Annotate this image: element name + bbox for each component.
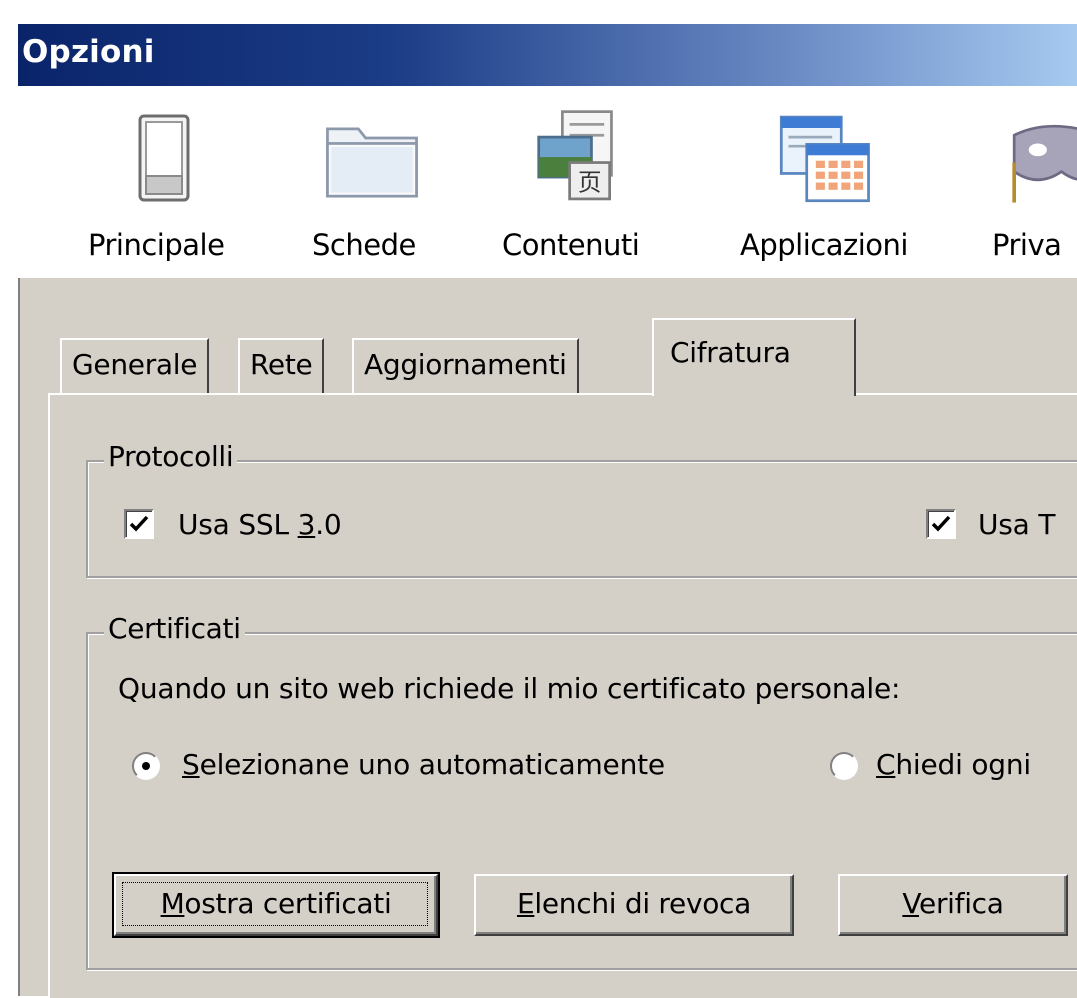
toolbar-applicazioni-button[interactable]: Applicazioni	[726, 86, 936, 278]
switch-icon	[138, 114, 190, 202]
folder-icon	[326, 127, 418, 198]
focus-rect	[122, 882, 428, 926]
auto-select-label[interactable]: Selezionane uno automaticamente	[182, 748, 665, 781]
tab-rete[interactable]: Rete	[238, 338, 325, 394]
toolbar-schede-label: Schede	[312, 228, 416, 262]
mask-icon	[1012, 124, 1077, 203]
toolbar-principale-button[interactable]: Principale	[74, 86, 254, 278]
ssl3-label[interactable]: Usa SSL 3.0	[178, 508, 342, 541]
content-icon: 页	[537, 110, 613, 201]
protocols-legend: Protocolli	[104, 440, 238, 473]
ssl3-checkbox[interactable]	[124, 509, 154, 539]
tab-aggiornamenti[interactable]: Aggiornamenti	[352, 338, 579, 394]
window-title: Opzioni	[22, 34, 155, 70]
checkmark-icon	[129, 515, 149, 532]
toolbar-applicazioni-label: Applicazioni	[740, 228, 908, 262]
tab-generale[interactable]: Generale	[60, 338, 210, 394]
tab-cifratura[interactable]: Cifratura	[652, 318, 856, 396]
toolbar-principale-label: Principale	[88, 228, 225, 262]
revocation-lists-button[interactable]: Elenchi di revoca	[474, 874, 794, 936]
toolbar-contenuti-label: Contenuti	[502, 228, 640, 262]
checkmark-icon	[931, 515, 951, 532]
svg-text:页: 页	[578, 169, 602, 197]
ask-every-time-label[interactable]: Chiedi ogni	[876, 748, 1031, 781]
toolbar-contenuti-button[interactable]: 页 Contenuti	[488, 86, 668, 278]
certificate-prompt: Quando un sito web richiede il mio certi…	[118, 672, 901, 705]
verify-button[interactable]: Verifica	[838, 874, 1068, 936]
toolbar-schede-button[interactable]: Schede	[298, 86, 448, 278]
ask-every-time-radio[interactable]	[830, 752, 858, 780]
auto-select-radio[interactable]	[132, 752, 160, 780]
options-toolbar: Principale Schede 页 Contenuti Applicazio…	[18, 86, 1077, 280]
tls-checkbox[interactable]	[926, 509, 956, 539]
window-title-bar[interactable]: Opzioni	[18, 24, 1077, 86]
show-certificates-button[interactable]: Mostra certificati	[112, 872, 440, 938]
tls-label[interactable]: Usa T	[978, 508, 1055, 541]
radio-dot	[142, 762, 150, 770]
applications-icon	[779, 115, 870, 203]
toolbar-privacy-button[interactable]: Priva	[978, 86, 1077, 278]
toolbar-privacy-label: Priva	[992, 228, 1062, 262]
certificates-legend: Certificati	[104, 612, 245, 645]
